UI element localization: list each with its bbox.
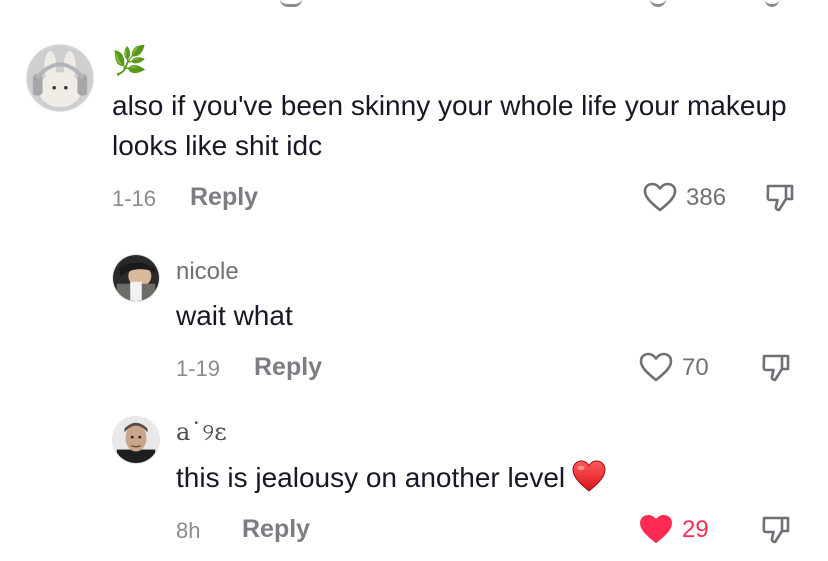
reply-button[interactable]: Reply [242,515,310,544]
comment-text-content: this is jealousy on another level [176,462,566,493]
avatar[interactable] [112,416,160,464]
reply-button[interactable]: Reply [254,353,322,382]
comment-date: 1-19 [176,356,221,381]
man-portrait-avatar [113,417,159,463]
like-count: 29 [682,516,709,543]
like-count: 70 [682,354,709,381]
heart-outline-icon[interactable] [638,351,674,383]
heart-filled-icon[interactable] [638,513,674,545]
comment-text: wait what [176,300,293,331]
red-heart-emoji-icon [572,460,606,492]
avatar[interactable] [112,254,160,302]
comment-text: this is jealousy on another level [176,458,736,498]
thumbs-down-icon[interactable] [760,351,792,383]
username[interactable]: a˙୨ɛ [176,418,227,446]
thumbs-down-icon[interactable] [760,513,792,545]
comment-item: a˙୨ɛ this is jealousy on another level 8… [0,0,828,544]
person-photo-avatar [113,255,159,301]
comment-date: 8h [176,518,201,543]
username[interactable]: nicole [176,258,239,286]
